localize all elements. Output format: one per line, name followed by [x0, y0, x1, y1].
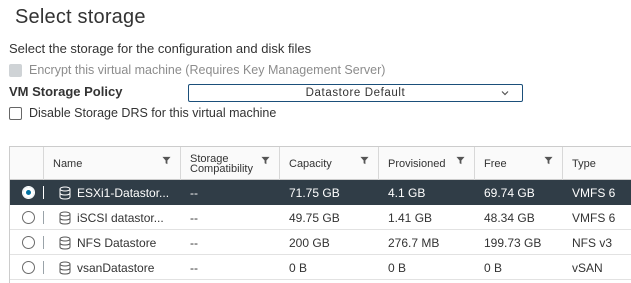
header-storage-compatibility[interactable]: Storage Compatibility — [181, 147, 280, 180]
header-provisioned[interactable]: Provisioned — [379, 147, 475, 180]
cell-name: vsanDatastore — [50, 255, 181, 280]
cell-provisioned: 0 B — [388, 260, 407, 275]
row-select-radio[interactable] — [22, 236, 35, 249]
table-row[interactable]: NFS Datastore -- 200 GB 276.7 MB 199.73 … — [10, 230, 631, 255]
cell-provisioned: 276.7 MB — [388, 235, 440, 250]
cell-name: iSCSI datastor... — [50, 205, 181, 230]
grid-header: Name Storage Compatibility Capacity Prov… — [10, 147, 631, 180]
header-select-column — [10, 147, 44, 180]
disable-drs-option[interactable]: Disable Storage DRS for this virtual mac… — [9, 105, 276, 121]
filter-icon[interactable] — [544, 156, 553, 165]
row-select-radio[interactable] — [22, 186, 35, 199]
cell-free: 69.74 GB — [484, 185, 535, 200]
cell-free: 48.34 GB — [484, 210, 535, 225]
datastore-icon — [59, 186, 71, 200]
header-free[interactable]: Free — [475, 147, 563, 180]
row-select-radio[interactable] — [22, 211, 35, 224]
datastore-icon — [59, 236, 71, 250]
chevron-down-icon — [501, 91, 509, 96]
row-select-radio[interactable] — [22, 261, 35, 274]
cell-compatibility: -- — [190, 260, 198, 275]
table-row[interactable]: ESXi1-Datastor... -- 71.75 GB 4.1 GB 69.… — [10, 180, 631, 205]
storage-policy-label: VM Storage Policy — [9, 84, 123, 99]
filter-icon[interactable] — [261, 156, 270, 165]
page-subtitle: Select the storage for the configuration… — [9, 41, 312, 56]
cell-name: ESXi1-Datastor... — [50, 180, 181, 205]
encrypt-label: Encrypt this virtual machine (Requires K… — [29, 63, 386, 77]
row-divider — [43, 186, 44, 199]
cell-free: 199.73 GB — [484, 235, 542, 250]
cell-type: VMFS 6 — [572, 210, 616, 225]
cell-type: NFS v3 — [572, 235, 613, 250]
filter-icon[interactable] — [162, 156, 171, 165]
cell-compatibility: -- — [190, 235, 198, 250]
encrypt-checkbox — [9, 63, 22, 77]
disable-drs-checkbox[interactable] — [9, 106, 22, 120]
filter-icon[interactable] — [456, 156, 465, 165]
cell-capacity: 71.75 GB — [289, 185, 340, 200]
datastore-icon — [59, 211, 71, 225]
cell-free: 0 B — [484, 260, 503, 275]
table-row[interactable]: vsanDatastore -- 0 B 0 B 0 B vSAN — [10, 255, 631, 280]
row-divider — [43, 261, 44, 274]
filter-icon[interactable] — [360, 156, 369, 165]
storage-policy-value: Datastore Default — [305, 87, 406, 99]
storage-policy-select[interactable]: Datastore Default — [188, 84, 523, 102]
header-capacity[interactable]: Capacity — [280, 147, 379, 180]
page-title: Select storage — [15, 6, 146, 28]
row-divider — [43, 236, 44, 249]
table-row[interactable]: iSCSI datastor... -- 49.75 GB 1.41 GB 48… — [10, 205, 631, 230]
header-type[interactable]: Type — [563, 147, 631, 180]
cell-provisioned: 4.1 GB — [388, 185, 426, 200]
cell-name: NFS Datastore — [50, 230, 181, 255]
cell-type: VMFS 6 — [572, 185, 616, 200]
cell-compatibility: -- — [190, 210, 198, 225]
row-divider — [43, 211, 44, 224]
datastore-icon — [59, 261, 71, 275]
cell-capacity: 200 GB — [289, 235, 330, 250]
disable-drs-label: Disable Storage DRS for this virtual mac… — [29, 106, 277, 120]
cell-capacity: 0 B — [289, 260, 308, 275]
datastore-grid: Name Storage Compatibility Capacity Prov… — [9, 146, 631, 283]
cell-provisioned: 1.41 GB — [388, 210, 433, 225]
cell-capacity: 49.75 GB — [289, 210, 340, 225]
encrypt-vm-option: Encrypt this virtual machine (Requires K… — [9, 62, 385, 78]
cell-type: vSAN — [572, 260, 603, 275]
header-name[interactable]: Name — [44, 147, 181, 180]
cell-compatibility: -- — [190, 185, 198, 200]
